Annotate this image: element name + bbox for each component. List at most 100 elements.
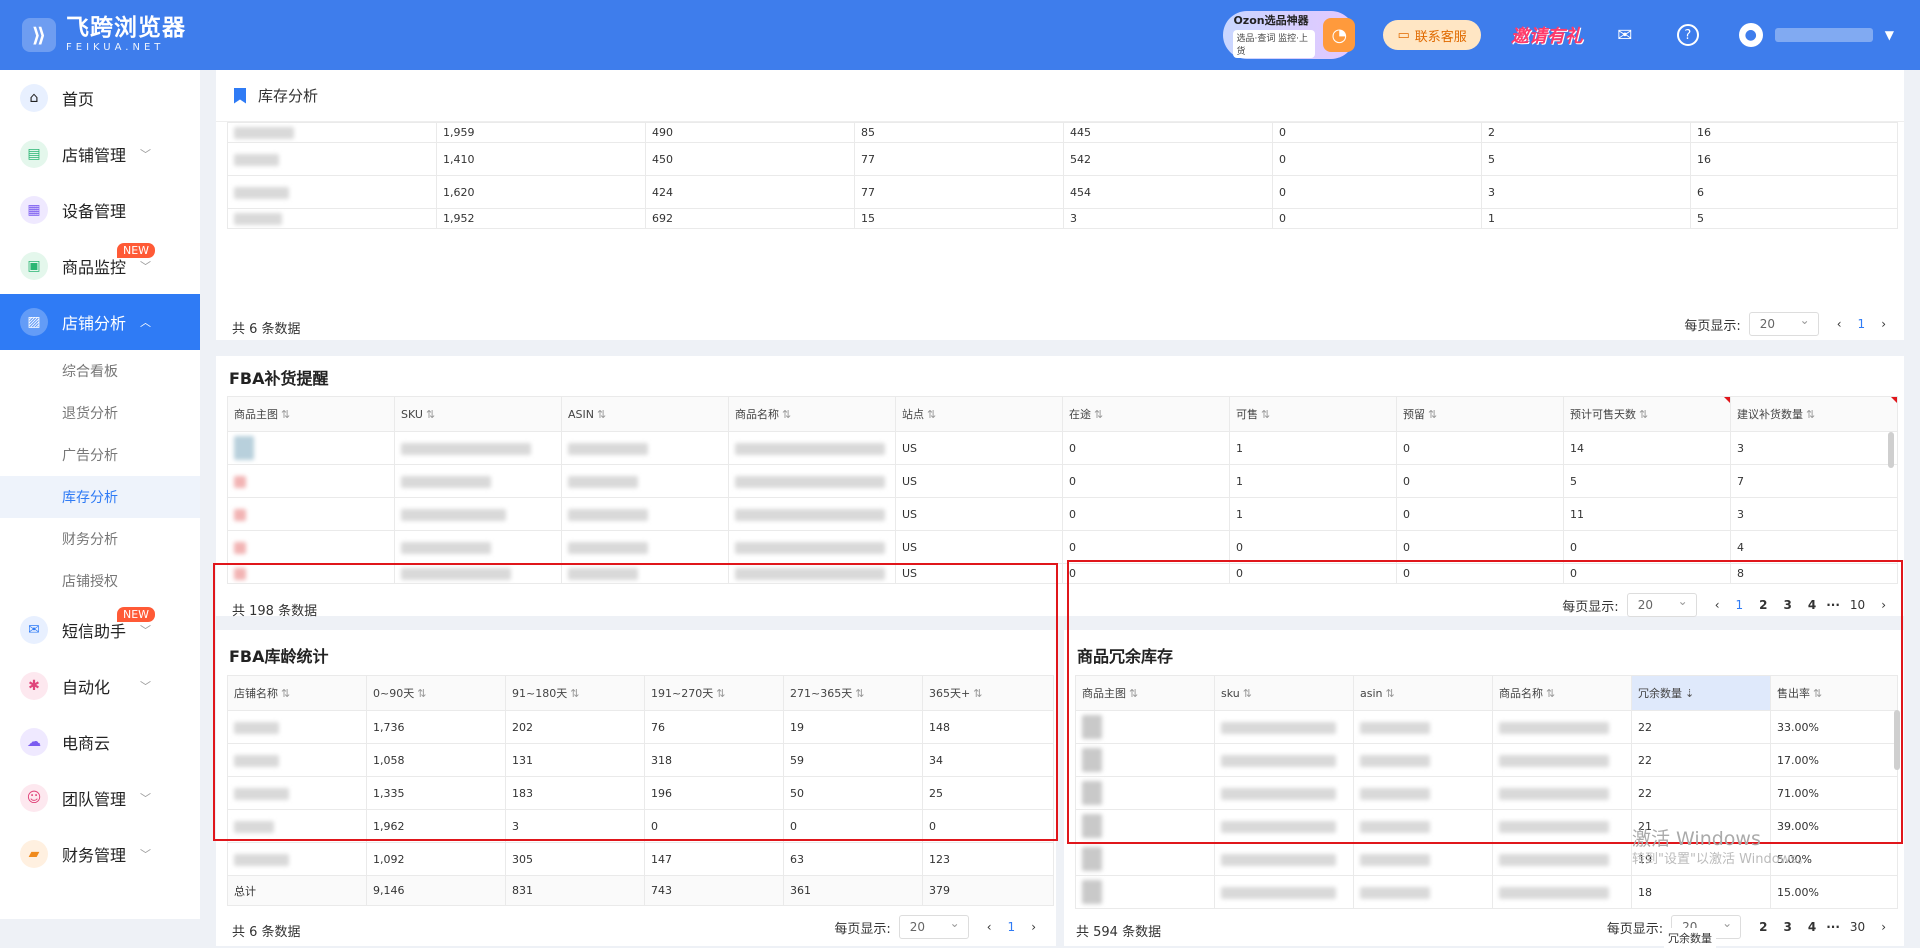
page-ellipsis[interactable]: ··· bbox=[1826, 920, 1840, 934]
mail-icon[interactable]: ✉ bbox=[1613, 23, 1637, 47]
avatar: ● bbox=[1738, 23, 1763, 47]
sub-item-ads[interactable]: 广告分析 bbox=[0, 434, 200, 476]
next-page-icon[interactable]: › bbox=[1031, 920, 1036, 934]
sidebar-item-label: 财务管理 bbox=[62, 846, 127, 865]
sidebar-item-team[interactable]: ☺ 团队管理 ﹀ bbox=[0, 770, 200, 826]
sort-icon: ⇅ bbox=[782, 408, 792, 421]
sub-item-finance[interactable]: 财务分析 bbox=[0, 518, 200, 560]
page-size-label: 每页显示: bbox=[1606, 921, 1664, 937]
col-header[interactable]: 预计可售天数 ⇅ bbox=[1563, 396, 1731, 432]
table-row: 1,952 692 15 3 0 1 5 bbox=[227, 208, 1898, 229]
col-header[interactable]: 可售 ⇅ bbox=[1229, 396, 1397, 432]
col-header[interactable]: 预留 ⇅ bbox=[1396, 396, 1564, 432]
app-domain: FEIKUA.NET bbox=[66, 42, 165, 53]
sidebar-item-cloud[interactable]: ☁ 电商云 bbox=[0, 714, 200, 770]
monitor-icon: ▣ bbox=[20, 252, 48, 280]
col-header[interactable]: ASIN ⇅ bbox=[561, 396, 729, 432]
sidebar-item-automation[interactable]: ✱ 自动化 ﹀ bbox=[0, 658, 200, 714]
top-table-panel: 1,959 490 85 445 0 2 16 1,410 450 77 542 0 5 16 1,62… bbox=[216, 122, 1904, 340]
next-page-icon[interactable]: › bbox=[1881, 317, 1886, 331]
new-badge: NEW bbox=[117, 243, 156, 258]
col-header[interactable]: 站点 ⇅ bbox=[895, 396, 1063, 432]
page-1[interactable]: 1 bbox=[1008, 920, 1016, 934]
logo[interactable]: ⟫ 飞跨浏览器 FEIKUA.NET bbox=[22, 17, 186, 53]
username-blurred bbox=[1774, 28, 1873, 42]
sidebar-item-label: 设备管理 bbox=[62, 202, 127, 221]
table-header-row: 商品主图 ⇅ SKU ⇅ ASIN ⇅ 商品名称 ⇅ 站点 ⇅ 在途 ⇅ 可售 ⇅ 预留 ⇅ 预… bbox=[227, 396, 1898, 432]
top-bar: ⟫ 飞跨浏览器 FEIKUA.NET Ozon选品神器 选品·查词 监控·上货 … bbox=[0, 0, 1920, 70]
contact-label: 联系客服 bbox=[1414, 29, 1467, 45]
table-row: 1,959 490 85 445 0 2 16 bbox=[227, 122, 1898, 143]
robot-icon: ✱ bbox=[20, 672, 48, 700]
sort-icon: ⇅ bbox=[927, 408, 937, 421]
sub-item-dashboard[interactable]: 综合看板 bbox=[0, 350, 200, 392]
top-table-total: 共 6 条数据 bbox=[232, 322, 301, 337]
sidebar-item-finance-management[interactable]: ▰ 财务管理 ﹀ bbox=[0, 826, 200, 882]
prev-page-icon[interactable]: ‹ bbox=[1837, 317, 1842, 331]
app-name: 飞跨浏览器 bbox=[66, 15, 186, 41]
col-header[interactable]: SKU ⇅ bbox=[394, 396, 562, 432]
chevron-down-icon: ﹀ bbox=[140, 260, 151, 273]
invite-reward-button[interactable]: 邀请有礼 bbox=[1511, 22, 1583, 48]
col-header[interactable]: 商品主图 ⇅ bbox=[227, 396, 395, 432]
sidebar-item-product-monitor[interactable]: ▣ 商品监控 ﹀ NEW bbox=[0, 238, 200, 294]
wallet-icon: ▰ bbox=[20, 840, 48, 868]
ozon-title: Ozon选品神器 bbox=[1233, 14, 1309, 27]
sidebar-item-sms[interactable]: ✉ 短信助手 ﹀ NEW bbox=[0, 602, 200, 658]
redundant-total: 共 594 条数据 bbox=[1076, 925, 1162, 940]
chevron-up-icon: ︿ bbox=[140, 316, 151, 329]
col-header[interactable]: 在途 ⇅ bbox=[1062, 396, 1230, 432]
page-2[interactable]: 2 bbox=[1759, 920, 1767, 934]
sidebar-item-store-analysis[interactable]: ▨ 店铺分析 ︿ bbox=[0, 294, 200, 350]
note-marker bbox=[1891, 397, 1897, 403]
prev-page-icon[interactable]: ‹ bbox=[987, 920, 992, 934]
sidebar-item-label: 店铺管理 bbox=[62, 146, 127, 165]
windows-watermark: 激活 Windows bbox=[1632, 828, 1761, 850]
page-size-select[interactable]: 20 bbox=[1748, 312, 1819, 336]
table-row: 1,092 305 147 63 123 bbox=[227, 842, 1054, 876]
page-1[interactable]: 1 bbox=[1858, 317, 1866, 331]
sidebar-item-label: 团队管理 bbox=[62, 790, 127, 809]
table-summary-row: 总计 9,146 831 743 361 379 bbox=[227, 875, 1054, 906]
chevron-down-icon: ﹀ bbox=[140, 624, 151, 637]
page-title: 库存分析 bbox=[258, 87, 319, 105]
col-header[interactable]: 建议补货数量 ⇅ bbox=[1730, 396, 1898, 432]
fba-replenish-table: 商品主图 ⇅ SKU ⇅ ASIN ⇅ 商品名称 ⇅ 站点 ⇅ 在途 ⇅ 可售 ⇅ 预留 ⇅ 预… bbox=[227, 396, 1898, 584]
page-3[interactable]: 3 bbox=[1784, 920, 1792, 934]
next-page-icon[interactable]: › bbox=[1881, 920, 1886, 934]
user-menu[interactable]: ● ▼ bbox=[1738, 23, 1894, 47]
sidebar-item-label: 自动化 bbox=[62, 678, 111, 697]
sidebar-item-device-management[interactable]: ▦ 设备管理 bbox=[0, 182, 200, 238]
table-row: 18 15.00% bbox=[1075, 875, 1898, 909]
sidebar-item-home[interactable]: ⌂ 首页 bbox=[0, 70, 200, 126]
page-30[interactable]: 30 bbox=[1850, 920, 1865, 934]
sidebar: ⌂ 首页 ▤ 店铺管理 ﹀ ▦ 设备管理 ▣ 商品监控 ﹀ NEW ▨ 店铺分析 ︿ 综合看板 退… bbox=[0, 70, 200, 919]
chart-icon: ◔ bbox=[1323, 18, 1356, 52]
sub-item-returns[interactable]: 退货分析 bbox=[0, 392, 200, 434]
fba-age-total: 共 6 条数据 bbox=[232, 925, 301, 940]
sort-icon: ⇅ bbox=[1094, 408, 1104, 421]
device-icon: ▦ bbox=[20, 196, 48, 224]
highlight-box-redundant bbox=[1067, 560, 1903, 844]
sms-icon: ✉ bbox=[20, 616, 48, 644]
scrollbar[interactable] bbox=[1888, 432, 1894, 468]
contact-support-button[interactable]: ▭ 联系客服 bbox=[1383, 20, 1481, 50]
chevron-down-icon: ﹀ bbox=[140, 792, 151, 805]
page-header: 库存分析 bbox=[216, 70, 1904, 122]
page-4[interactable]: 4 bbox=[1808, 920, 1816, 934]
sidebar-item-store-management[interactable]: ▤ 店铺管理 ﹀ bbox=[0, 126, 200, 182]
team-icon: ☺ bbox=[20, 784, 48, 812]
ozon-promo-button[interactable]: Ozon选品神器 选品·查词 监控·上货 ◔ bbox=[1223, 11, 1356, 59]
table-row: US 0 1 0 14 3 bbox=[227, 431, 1898, 465]
sub-item-inventory[interactable]: 库存分析 bbox=[0, 476, 200, 518]
sub-item-authorization[interactable]: 店铺授权 bbox=[0, 560, 200, 602]
page-size-label: 每页显示: bbox=[834, 921, 891, 937]
col-header[interactable]: 商品名称 ⇅ bbox=[728, 396, 896, 432]
cloud-icon: ☁ bbox=[20, 728, 48, 756]
table-row: US 0 1 0 5 7 bbox=[227, 464, 1898, 498]
help-icon[interactable]: ? bbox=[1676, 24, 1699, 46]
store-icon: ▤ bbox=[20, 140, 48, 168]
windows-watermark-sub: 转到"设置"以激活 Windows。 bbox=[1632, 852, 1811, 867]
sort-icon: ⇅ bbox=[596, 407, 607, 421]
home-icon: ⌂ bbox=[20, 84, 48, 112]
